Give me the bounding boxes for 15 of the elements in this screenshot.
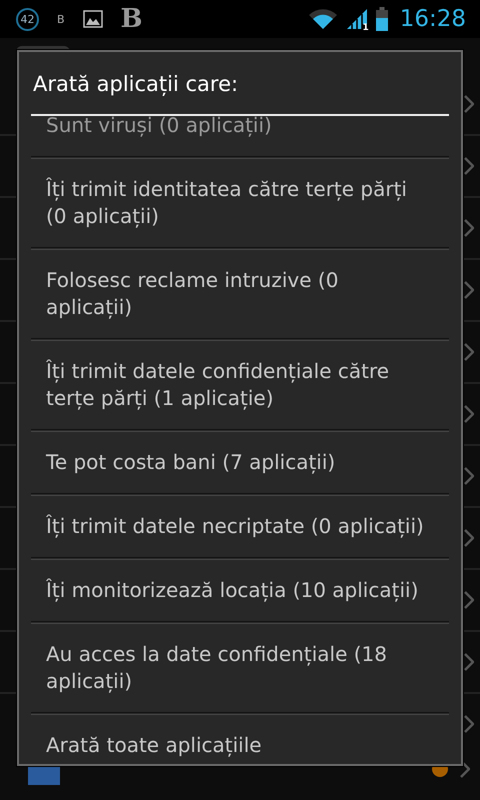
filter-option[interactable]: Îți trimit identitatea către terțe părți (0 aplicații) <box>19 159 461 247</box>
filter-option[interactable]: Folosesc reclame intruzive (0 aplicații) <box>19 250 461 338</box>
filter-option[interactable]: Sunt viruși (0 aplicații) <box>19 116 461 156</box>
filter-option[interactable]: Îți trimit datele necriptate (0 aplicații) <box>19 496 461 557</box>
signal-icon: 1 <box>346 8 368 30</box>
notification-letter: B <box>120 6 143 32</box>
notification-count: 42 <box>16 8 39 30</box>
filter-option[interactable]: Îți monitorizează locația (10 aplicații) <box>19 560 461 621</box>
notification-letter: B <box>57 12 65 26</box>
filter-option[interactable]: Îți trimit datele confidențiale către terțe părți (1 aplicație) <box>19 341 461 429</box>
dialog-title: Arată aplicații care: <box>32 71 240 98</box>
clock: 16:28 <box>400 6 466 32</box>
filter-option[interactable]: Te pot costa bani (7 aplicații) <box>19 432 461 493</box>
filter-option[interactable]: Arată toate aplicațiile <box>19 715 461 764</box>
filter-option[interactable]: Au acces la date confidențiale (18 aplicații) <box>19 624 461 712</box>
